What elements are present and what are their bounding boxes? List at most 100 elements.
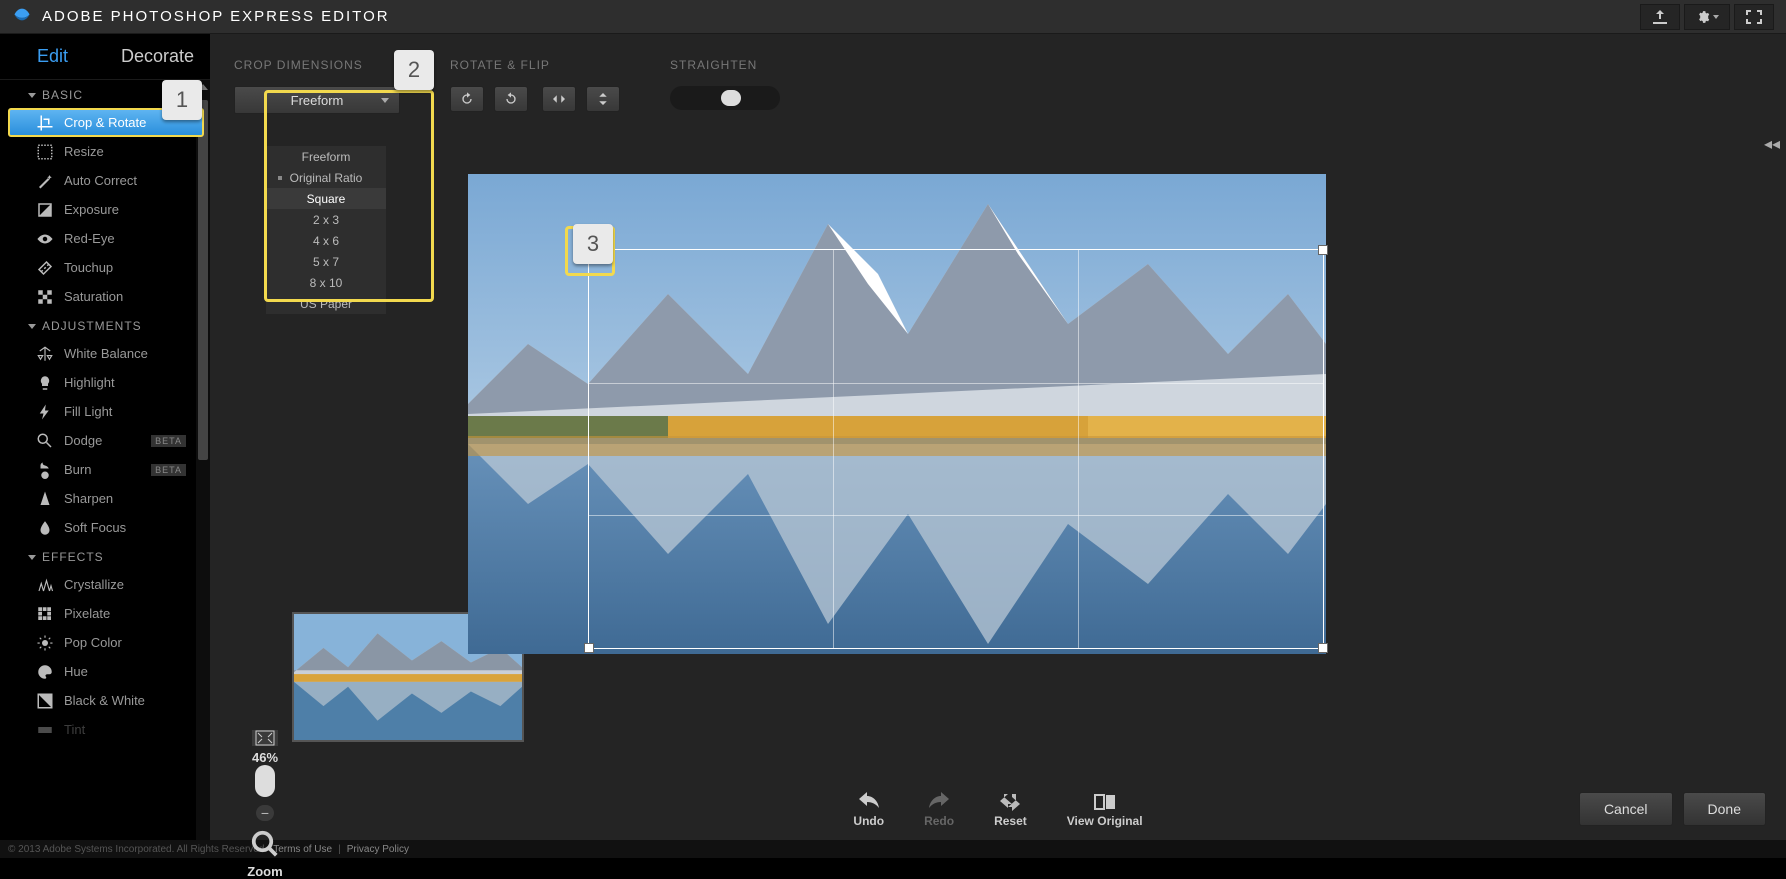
mode-tab-decorate[interactable]: Decorate (105, 46, 210, 67)
rotate-cw-button[interactable] (494, 86, 528, 112)
crop-option-square[interactable]: Square (266, 188, 386, 209)
tool-white-balance[interactable]: White Balance (0, 339, 210, 368)
checker-icon (36, 288, 54, 306)
app-logo-icon (12, 7, 32, 27)
tool-auto-correct[interactable]: Auto Correct (0, 166, 210, 195)
crop-option-original[interactable]: Original Ratio (266, 167, 386, 188)
app-title: ADOBE PHOTOSHOP EXPRESS EDITOR (42, 8, 390, 25)
tool-label: Black & White (64, 693, 145, 708)
tool-label: Pop Color (64, 635, 122, 650)
eye-icon (36, 230, 54, 248)
canvas[interactable]: 3 (468, 174, 1326, 654)
tool-label: Touchup (64, 260, 113, 275)
bandage-icon (36, 259, 54, 277)
tool-soft-focus[interactable]: Soft Focus (0, 513, 210, 542)
tool-red-eye[interactable]: Red-Eye (0, 224, 210, 253)
rotate-ccw-button[interactable] (450, 86, 484, 112)
tool-touchup[interactable]: Touchup (0, 253, 210, 282)
crop-handle-top-right[interactable] (1318, 245, 1328, 255)
dodge-icon (36, 432, 54, 450)
canvas-area: 46% + − Zoom (210, 144, 1786, 840)
crystal-icon (36, 576, 54, 594)
pixelate-icon (36, 605, 54, 623)
cancel-button[interactable]: Cancel (1579, 792, 1673, 826)
privacy-link[interactable]: Privacy Policy (347, 844, 409, 855)
crop-option-freeform[interactable]: Freeform (266, 146, 386, 167)
view-original-button[interactable]: View Original (1067, 792, 1143, 828)
callout-2: 2 (394, 50, 434, 90)
tool-dodge[interactable]: DodgeBETA (0, 426, 210, 455)
tool-exposure[interactable]: Exposure (0, 195, 210, 224)
flip-vertical-button[interactable] (586, 86, 620, 112)
tool-crystallize[interactable]: Crystallize (0, 570, 210, 599)
resize-icon (36, 143, 54, 161)
tool-saturation[interactable]: Saturation (0, 282, 210, 311)
tool-label: Dodge (64, 433, 102, 448)
beta-badge: BETA (151, 464, 186, 476)
exposure-icon (36, 201, 54, 219)
flip-horizontal-button[interactable] (542, 86, 576, 112)
section-effects-label: EFFECTS (42, 550, 104, 564)
tool-label: Burn (64, 462, 91, 477)
crop-handle-bottom-left[interactable] (584, 643, 594, 653)
crop-option-us-paper[interactable]: US Paper (266, 293, 386, 314)
straighten-label: STRAIGHTEN (670, 58, 780, 72)
tool-hue[interactable]: Hue (0, 657, 210, 686)
rotate-flip-label: ROTATE & FLIP (450, 58, 620, 72)
sharpen-icon (36, 490, 54, 508)
tool-tint[interactable]: Tint (0, 715, 210, 744)
crop-dimensions-select[interactable]: Freeform (234, 86, 400, 114)
chevron-down-icon (381, 98, 389, 103)
topbar-tools (1640, 4, 1774, 30)
callout-3: 3 (573, 224, 613, 264)
crop-option-4x6[interactable]: 4 x 6 (266, 230, 386, 251)
section-adjustments-label: ADJUSTMENTS (42, 319, 142, 333)
tool-label: Fill Light (64, 404, 112, 419)
settings-button[interactable] (1684, 4, 1730, 30)
flash-icon (36, 403, 54, 421)
done-button[interactable]: Done (1683, 792, 1766, 826)
terms-link[interactable]: Terms of Use (273, 844, 332, 855)
redo-button[interactable]: Redo (924, 792, 954, 828)
mode-tab-edit[interactable]: Edit (0, 46, 105, 67)
tool-label: Sharpen (64, 491, 113, 506)
reset-button[interactable]: Reset (994, 792, 1027, 828)
zoom-label: Zoom (247, 864, 282, 879)
tool-burn[interactable]: Burn BETA (0, 455, 210, 484)
undo-button[interactable]: Undo (853, 792, 884, 828)
app-titlebar: ADOBE PHOTOSHOP EXPRESS EDITOR (0, 0, 1786, 34)
tool-label: Highlight (64, 375, 115, 390)
crop-icon (36, 114, 54, 132)
tool-pop-color[interactable]: Pop Color (0, 628, 210, 657)
tool-label: Hue (64, 664, 88, 679)
crop-option-5x7[interactable]: 5 x 7 (266, 251, 386, 272)
zoom-percent: 46% (252, 750, 278, 765)
fit-screen-button[interactable] (252, 730, 278, 746)
tool-label: Tint (64, 722, 85, 737)
crop-option-2x3[interactable]: 2 x 3 (266, 209, 386, 230)
section-adjustments[interactable]: ADJUSTMENTS (0, 311, 210, 339)
crop-selection[interactable] (588, 249, 1324, 649)
bw-icon (36, 692, 54, 710)
upload-button[interactable] (1640, 4, 1680, 30)
crop-handle-bottom-right[interactable] (1318, 643, 1328, 653)
tool-label: White Balance (64, 346, 148, 361)
tool-resize[interactable]: Resize (0, 137, 210, 166)
section-effects[interactable]: EFFECTS (0, 542, 210, 570)
straighten-slider[interactable] (670, 86, 780, 110)
tool-label: Crop & Rotate (64, 115, 146, 130)
tool-sharpen[interactable]: Sharpen (0, 484, 210, 513)
workspace-header: CROP DIMENSIONS Freeform ROTATE & FLIP (210, 34, 1786, 144)
tool-label: Red-Eye (64, 231, 115, 246)
crop-option-8x10[interactable]: 8 x 10 (266, 272, 386, 293)
fullscreen-button[interactable] (1734, 4, 1774, 30)
tool-fill-light[interactable]: Fill Light (0, 397, 210, 426)
crop-dimensions-dropdown: Freeform Original Ratio Square 2 x 3 4 x… (266, 146, 386, 314)
sidebar: Edit Decorate BASIC Crop & Rotate Resize… (0, 34, 210, 840)
tool-pixelate[interactable]: Pixelate (0, 599, 210, 628)
tool-highlight[interactable]: Highlight (0, 368, 210, 397)
tool-label: Resize (64, 144, 104, 159)
bottom-bar: Undo Redo Reset View Original Cancel Don… (210, 780, 1786, 840)
pop-icon (36, 634, 54, 652)
tool-black-white[interactable]: Black & White (0, 686, 210, 715)
